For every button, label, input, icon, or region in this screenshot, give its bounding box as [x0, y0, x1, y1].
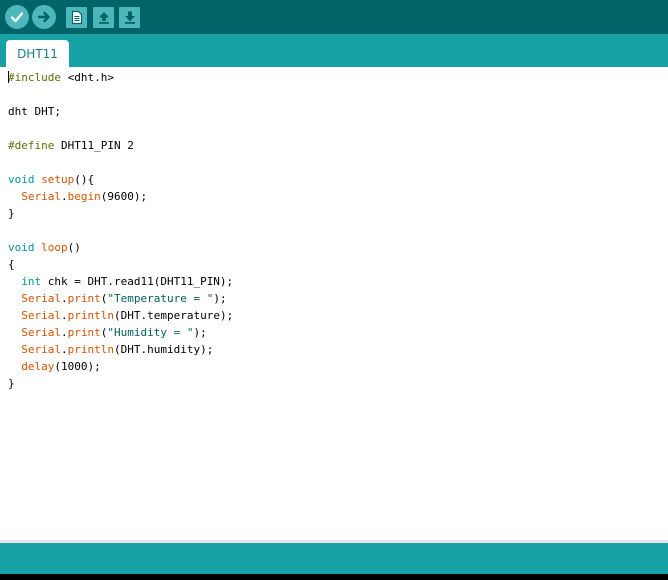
code-token: Serial [21, 309, 61, 322]
code-token: print [67, 292, 101, 305]
code-token: #include [8, 71, 61, 84]
code-editor[interactable]: #include <dht.h> dht DHT; #define DHT11_PI… [0, 67, 668, 540]
document-icon [71, 10, 82, 25]
code-token: println [67, 309, 114, 322]
code-token: . [61, 292, 68, 305]
code-token: void [8, 241, 35, 254]
code-line[interactable] [8, 154, 233, 171]
code-token: (9600); [100, 190, 148, 203]
code-token: } [8, 207, 15, 220]
code-token: Serial [21, 292, 61, 305]
code-line[interactable]: #include <dht.h> [8, 69, 233, 86]
code-line[interactable]: Serial.println(DHT.humidity); [8, 341, 233, 358]
code-token: println [67, 343, 114, 356]
code-token: print [67, 326, 101, 339]
code-token: Serial [21, 190, 61, 203]
code-token: ); [213, 292, 227, 305]
code-line[interactable] [8, 222, 233, 239]
code-token: #define [8, 139, 55, 152]
code-token: <dht.h> [60, 71, 114, 84]
code-line[interactable] [8, 86, 233, 103]
code-text[interactable]: #include <dht.h> dht DHT; #define DHT11_PI… [8, 69, 233, 392]
code-token: loop [41, 241, 68, 254]
code-token: Serial [21, 343, 61, 356]
code-token: setup [41, 173, 75, 186]
code-token: (){ [74, 173, 95, 186]
new-button[interactable] [66, 7, 87, 28]
code-token: () [67, 241, 81, 254]
code-token: "Humidity = " [107, 326, 194, 339]
code-token: DHT11_PIN 2 [54, 139, 134, 152]
code-token: int [21, 275, 42, 288]
code-line[interactable]: Serial.println(DHT.temperature); [8, 307, 233, 324]
code-token: delay [21, 360, 55, 373]
code-token: . [61, 190, 68, 203]
code-token: (DHT.temperature); [113, 309, 234, 322]
status-bar [0, 540, 668, 574]
code-token: . [61, 309, 68, 322]
code-line[interactable]: #define DHT11_PIN 2 [8, 137, 233, 154]
arrow-right-icon [37, 11, 50, 23]
code-line[interactable]: Serial.print("Temperature = "); [8, 290, 233, 307]
code-token: ); [193, 326, 207, 339]
code-line[interactable]: Serial.begin(9600); [8, 188, 233, 205]
open-button[interactable] [93, 7, 114, 28]
code-line[interactable]: int chk = DHT.read11(DHT11_PIN); [8, 273, 233, 290]
code-line[interactable]: delay(1000); [8, 358, 233, 375]
code-line[interactable] [8, 120, 233, 137]
code-token: } [8, 377, 15, 390]
code-token: (1000); [54, 360, 101, 373]
code-token: chk = DHT.read11(DHT11_PIN); [41, 275, 234, 288]
code-line[interactable]: } [8, 205, 233, 222]
code-line[interactable]: dht DHT; [8, 103, 233, 120]
check-icon [10, 12, 24, 23]
save-button[interactable] [119, 7, 140, 28]
code-token: dht DHT; [8, 105, 61, 118]
code-token: . [61, 326, 68, 339]
arrow-down-icon [124, 11, 135, 24]
code-token: Serial [21, 326, 61, 339]
code-line[interactable]: Serial.print("Humidity = "); [8, 324, 233, 341]
code-token: void [8, 173, 35, 186]
code-token: . [61, 343, 68, 356]
code-token: begin [67, 190, 101, 203]
code-line[interactable]: { [8, 256, 233, 273]
code-token: "Temperature = " [107, 292, 214, 305]
verify-button[interactable] [5, 5, 29, 29]
toolbar [0, 0, 668, 34]
code-line[interactable]: } [8, 375, 233, 392]
code-token: { [8, 258, 15, 271]
tab-label: DHT11 [17, 46, 58, 61]
tab-bar: DHT11 [0, 34, 668, 67]
code-line[interactable]: void setup(){ [8, 171, 233, 188]
upload-button[interactable] [32, 5, 56, 29]
arrow-up-icon [98, 12, 109, 24]
console-area [0, 574, 668, 580]
code-token: (DHT.humidity); [113, 343, 214, 356]
code-line[interactable]: void loop() [8, 239, 233, 256]
tab-dht11[interactable]: DHT11 [6, 40, 69, 67]
